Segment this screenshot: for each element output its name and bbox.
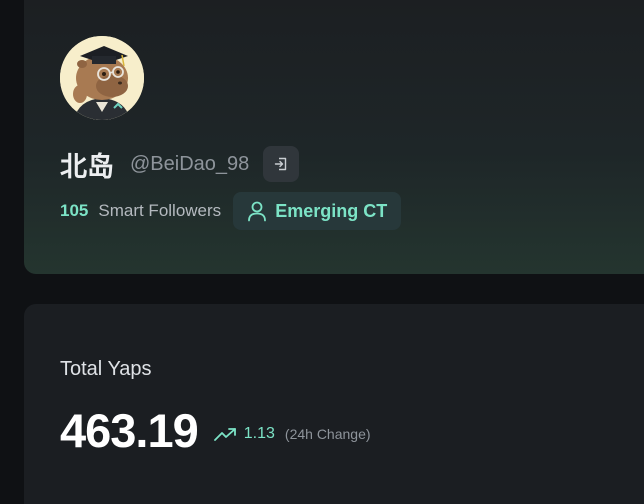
handle: @BeiDao_98 [130,152,250,175]
badge-label: Emerging CT [275,200,388,221]
name-row: 北岛 @BeiDao_98 [60,146,300,183]
change-value: 1.13 [243,425,275,442]
display-name: 北岛 [60,151,114,183]
total-yaps-value: 463.19 [60,403,199,457]
smart-followers-label[interactable]: Smart Followers [98,201,221,221]
login-button[interactable] [263,146,300,182]
total-yaps-row: 463.19 1.13 (24h Change) [60,400,371,460]
capybara-graduate-avatar-icon [60,36,144,120]
trending-up-icon [213,428,236,441]
avatar[interactable] [60,36,144,120]
followers-row: 105 Smart Followers Emerging CT [60,192,402,230]
total-yaps-title: Total Yaps [60,358,152,380]
status-badge[interactable]: Emerging CT [233,192,402,230]
change-label: (24h Change) [284,426,371,442]
user-icon [248,201,267,222]
sign-in-icon [275,157,287,171]
smart-followers-count: 105 [60,201,89,220]
